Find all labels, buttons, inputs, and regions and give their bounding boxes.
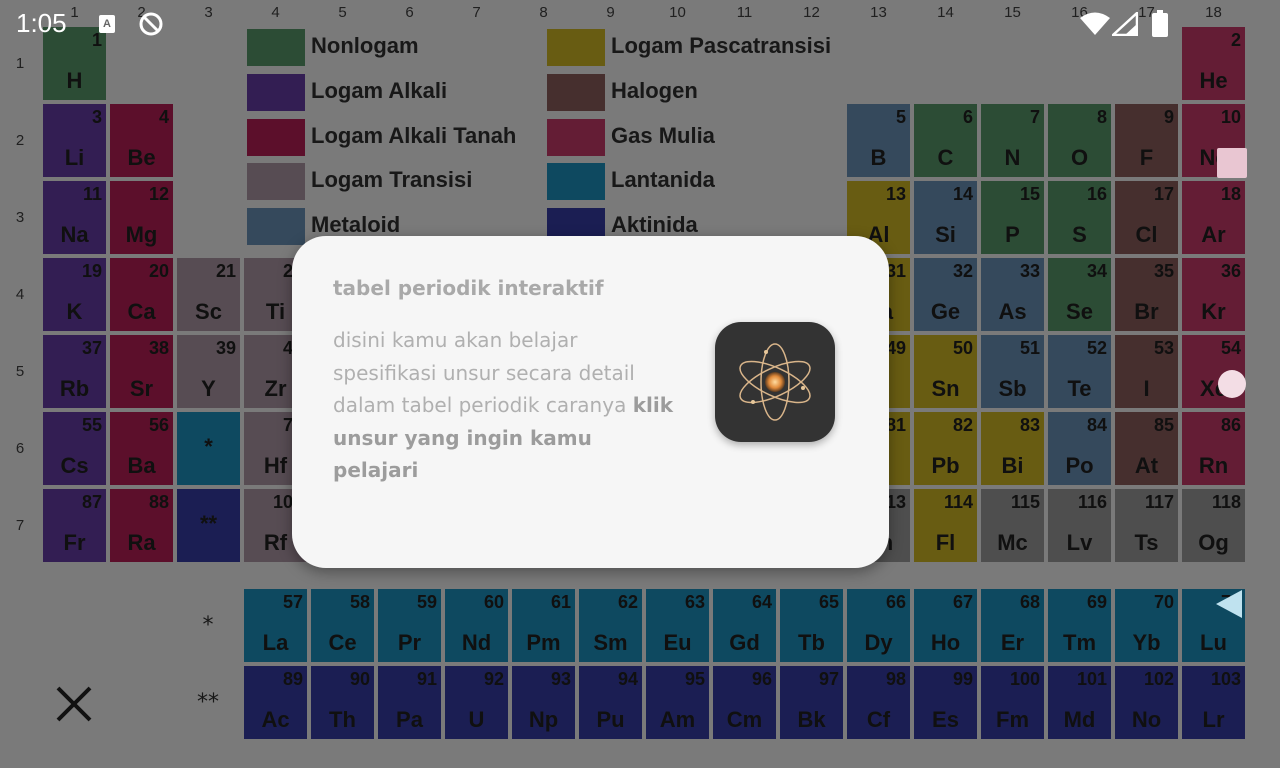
dialog-body: disini kamu akan belajar spesifikasi uns… [333,324,683,487]
back-arrow-icon[interactable] [1214,588,1246,620]
sync-off-icon [139,12,163,36]
status-bar: 1:05 A [0,0,1280,48]
cell-signal-icon [1112,12,1138,36]
wifi-icon [1080,12,1110,35]
keyboard-a-icon: A [99,15,115,33]
scroll-thumb[interactable] [1218,370,1246,398]
dialog-title: tabel periodik interaktif [333,276,604,300]
svg-text:A: A [103,18,111,30]
intro-dialog[interactable]: tabel periodik interaktif disini kamu ak… [292,236,889,568]
scroll-indicator[interactable] [1217,148,1247,178]
close-icon[interactable] [50,680,98,728]
dialog-body-text: disini kamu akan belajar spesifikasi uns… [333,328,635,417]
status-time: 1:05 [16,8,67,38]
atom-app-icon [715,322,835,442]
battery-icon [1152,10,1168,37]
